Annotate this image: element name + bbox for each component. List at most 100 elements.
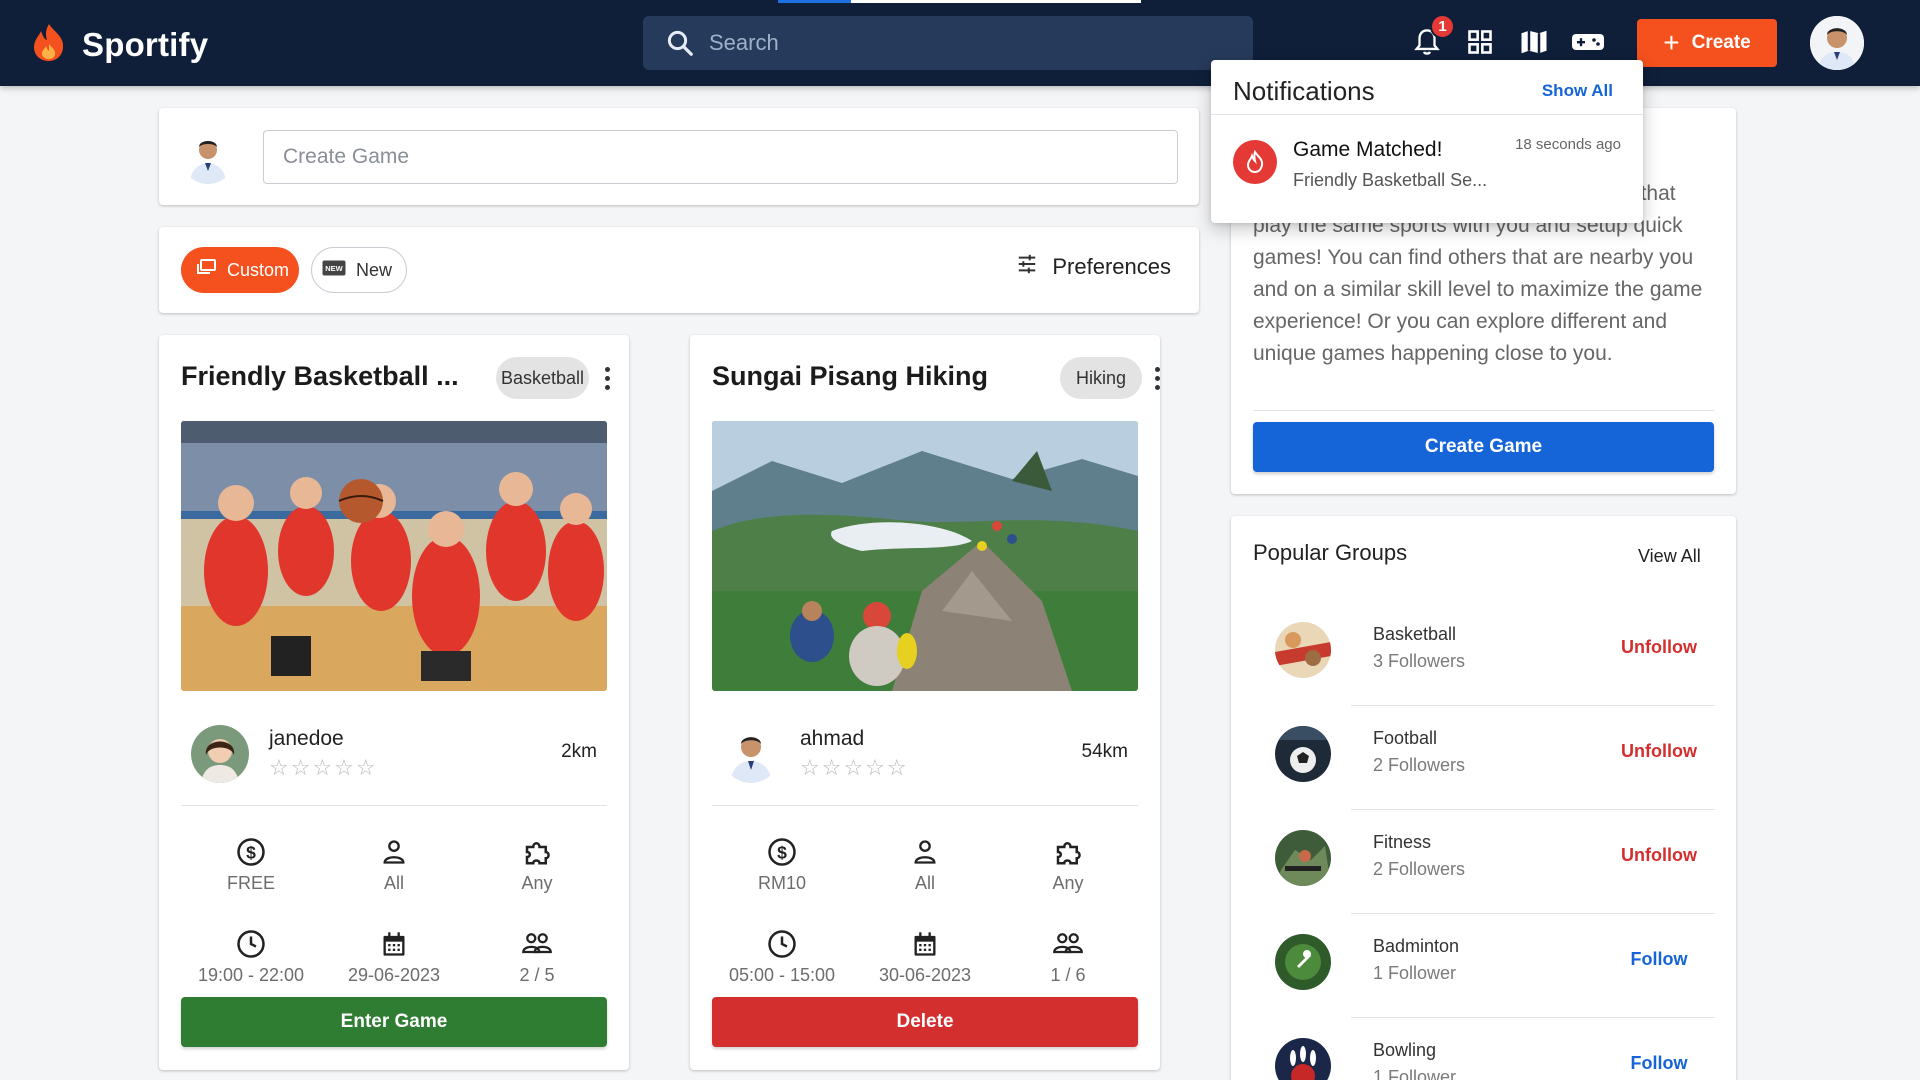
calendar-icon (855, 927, 995, 961)
divider (1253, 410, 1714, 411)
unfollow-button[interactable]: Unfollow (1599, 845, 1719, 866)
host-name: janedoe (269, 727, 344, 750)
search-bar[interactable] (643, 16, 1253, 70)
players-stat: 1 / 6 (998, 927, 1138, 986)
game-photo (712, 421, 1138, 691)
group-followers: 1 Follower (1373, 1067, 1457, 1080)
create-game-card: Create Game (159, 108, 1199, 205)
group-row[interactable]: Basketball 3 Followers Unfollow (1231, 602, 1736, 706)
popular-groups-card: Popular Groups View All Basketball 3 Fol… (1231, 516, 1736, 1080)
clock-icon (181, 927, 321, 961)
group-avatar (1275, 1038, 1331, 1080)
group-avatar (1275, 622, 1331, 678)
custom-filter-chip[interactable]: Custom (181, 247, 299, 293)
game-title[interactable]: Friendly Basketball ... (181, 361, 459, 392)
rating-stars: ☆☆☆☆☆ (269, 755, 378, 780)
group-row[interactable]: Bowling 1 Follower Follow (1231, 1018, 1736, 1080)
date-stat: 29-06-2023 (324, 927, 464, 986)
sport-tag: Basketball (496, 357, 589, 399)
create-button[interactable]: + Create (1637, 19, 1777, 67)
host-avatar (191, 725, 249, 783)
more-options-icon[interactable] (1147, 365, 1167, 391)
date-value: 29-06-2023 (347, 965, 441, 985)
notifications-popover: Notifications Show All Game Matched! Fri… (1211, 60, 1643, 223)
dollar-icon: $ (181, 835, 321, 869)
more-options-icon[interactable] (597, 365, 617, 391)
time-value: 19:00 - 22:00 (197, 965, 305, 985)
preferences-button[interactable]: Preferences (1016, 253, 1171, 281)
gender-value: All (383, 873, 404, 893)
host-name: ahmad (800, 727, 865, 750)
dollar-icon: $ (712, 835, 852, 869)
view-all-link[interactable]: View All (1638, 546, 1701, 567)
brand-name: Sportify (82, 25, 209, 63)
map-icon[interactable] (1516, 24, 1552, 60)
group-name: Bowling (1373, 1040, 1437, 1060)
gender-stat: All (855, 835, 995, 894)
gamepad-icon[interactable] (1570, 24, 1606, 60)
notification-snippet: Friendly Basketball Se... (1293, 170, 1488, 190)
group-name: Football (1373, 728, 1438, 748)
show-all-link[interactable]: Show All (1542, 81, 1613, 101)
group-row[interactable]: Fitness 2 Followers Unfollow (1231, 810, 1736, 914)
delete-game-button[interactable]: Delete (712, 997, 1138, 1047)
game-card: Friendly Basketball ... Basketball janed… (159, 335, 629, 1070)
skill-value: Any (521, 873, 553, 893)
group-row[interactable]: Football 2 Followers Unfollow (1231, 706, 1736, 810)
plus-icon: + (1663, 27, 1680, 58)
svg-text:$: $ (246, 842, 256, 862)
person-icon (855, 835, 995, 869)
popular-groups-title: Popular Groups (1253, 540, 1408, 565)
time-value: 05:00 - 15:00 (728, 965, 836, 985)
apps-grid-icon[interactable] (1462, 24, 1498, 60)
group-name: Basketball (1373, 624, 1457, 644)
group-icon (467, 927, 607, 961)
flame-icon (1233, 140, 1277, 184)
search-icon (665, 28, 695, 58)
price-value: FREE (226, 873, 275, 893)
create-game-input[interactable]: Create Game (263, 130, 1178, 184)
new-filter-label: New (356, 259, 393, 280)
user-avatar[interactable] (1810, 16, 1864, 70)
time-stat: 19:00 - 22:00 (181, 927, 321, 986)
puzzle-icon (998, 835, 1138, 869)
group-avatar (1275, 830, 1331, 886)
group-followers: 1 Follower (1373, 963, 1457, 983)
enter-game-button[interactable]: Enter Game (181, 997, 607, 1047)
new-filter-chip[interactable]: NEW New (311, 247, 407, 293)
price-stat: $ RM10 (712, 835, 852, 894)
follow-button[interactable]: Follow (1599, 1053, 1719, 1074)
host-row[interactable]: ahmad ☆☆☆☆☆ 54km (712, 713, 1138, 797)
game-title[interactable]: Sungai Pisang Hiking (712, 361, 988, 392)
create-game-button[interactable]: Create Game (1253, 422, 1714, 472)
group-followers: 3 Followers (1373, 651, 1466, 671)
host-row[interactable]: janedoe ☆☆☆☆☆ 2km (181, 713, 607, 797)
players-stat: 2 / 5 (467, 927, 607, 986)
unfollow-button[interactable]: Unfollow (1599, 741, 1719, 762)
rating-stars: ☆☆☆☆☆ (800, 755, 909, 780)
group-name: Fitness (1373, 832, 1432, 852)
tune-icon (1016, 253, 1038, 281)
divider (712, 805, 1138, 806)
players-value: 1 / 6 (1050, 965, 1086, 985)
unfollow-button[interactable]: Unfollow (1599, 637, 1719, 658)
clock-icon (712, 927, 852, 961)
group-row[interactable]: Badminton 1 Follower Follow (1231, 914, 1736, 1018)
distance: 54km (1081, 741, 1128, 762)
price-stat: $ FREE (181, 835, 321, 894)
date-stat: 30-06-2023 (855, 927, 995, 986)
flame-logo-icon (30, 22, 68, 67)
brand[interactable]: Sportify (30, 22, 208, 67)
group-followers: 2 Followers (1373, 755, 1466, 775)
search-input[interactable] (709, 30, 1209, 56)
time-stat: 05:00 - 15:00 (712, 927, 852, 986)
puzzle-icon (467, 835, 607, 869)
calendar-icon (324, 927, 464, 961)
notification-time: 18 seconds ago (1515, 136, 1621, 153)
date-value: 30-06-2023 (878, 965, 972, 985)
divider (1211, 114, 1643, 115)
skill-value: Any (1052, 873, 1084, 893)
host-avatar (722, 725, 780, 783)
follow-button[interactable]: Follow (1599, 949, 1719, 970)
preferences-label: Preferences (1052, 254, 1171, 279)
